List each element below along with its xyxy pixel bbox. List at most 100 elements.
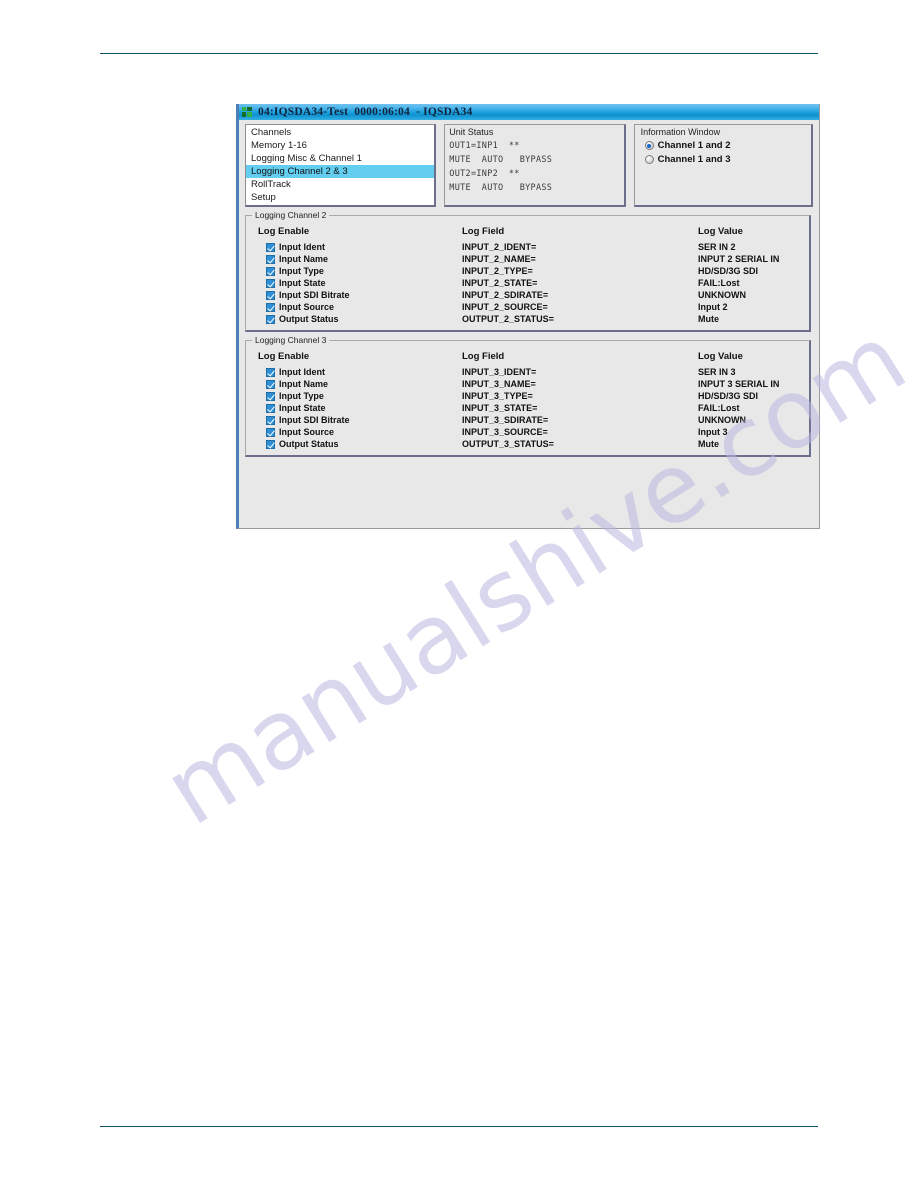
unit-status-line-out2: OUT2=INP2 ** [449,169,520,179]
checkbox-label: Input Name [279,254,329,264]
information-window-title: Information Window [640,127,721,137]
checkbox-label: Input Ident [279,242,325,252]
log-field-cell: INPUT_3_TYPE= [462,391,533,401]
log-value-cell: Input 2 [698,302,728,312]
log-field-cell: INPUT_3_SOURCE= [462,427,548,437]
log-field-cell: INPUT_2_IDENT= [462,242,537,252]
checkbox-input-sdi-bitrate[interactable] [266,290,275,300]
channels-list[interactable]: Channels Memory 1-16 Logging Misc & Chan… [245,124,437,207]
table-row: Input SDI Bitrate INPUT_3_SDIRATE= UNKNO… [246,414,809,426]
sidebar-item-label: Logging Misc & Channel 1 [251,153,362,164]
checkbox-label: Input State [279,278,326,288]
table-row: Input Type INPUT_3_TYPE= HD/SD/3G SDI [246,390,809,402]
table-row: Output Status OUTPUT_2_STATUS= Mute [246,313,809,325]
page-rule-top [100,53,818,54]
radio-option-channel-1-and-3[interactable]: Channel 1 and 3 [644,154,811,165]
checkbox-input-name[interactable] [266,379,275,389]
log-value-cell: SER IN 3 [698,367,736,377]
window-titlebar[interactable]: 04:IQSDA34-Test 0000:06:04 - IQSDA34 [239,104,819,120]
page-rule-bottom [100,1126,818,1127]
checkbox-label: Input Source [279,302,335,312]
checkbox-label: Input Ident [279,367,325,377]
checkbox-output-status[interactable] [266,439,275,449]
checkbox-input-ident[interactable] [266,242,275,252]
checkbox-output-status[interactable] [266,314,275,324]
unit-status-panel: Unit Status OUT1=INP1 ** MUTE AUTO BYPAS… [444,124,626,207]
sidebar-item-label: Setup [251,192,276,203]
checkbox-input-source[interactable] [266,302,275,312]
logging-channel-3-group: Logging Channel 3 Log Enable Log Field L… [245,335,811,457]
checkbox-label: Input Type [279,266,324,276]
checkbox-input-state[interactable] [266,403,275,413]
table-row: Output Status OUTPUT_3_STATUS= Mute [246,438,809,450]
checkbox-input-ident[interactable] [266,367,275,377]
log-value-cell: INPUT 2 SERIAL IN [698,254,780,264]
log-value-cell: FAIL:Lost [698,403,740,413]
sidebar-item-label: Memory 1-16 [251,140,307,151]
log-field-cell: INPUT_3_STATE= [462,403,538,413]
checkbox-input-name[interactable] [266,254,275,264]
sidebar-item-rolltrack[interactable]: RollTrack [246,178,434,191]
unit-status-line-out1-modes: MUTE AUTO BYPASS [449,155,553,165]
information-window-panel: Information Window Channel 1 and 2 Chann… [633,124,813,207]
table-row: Input Name INPUT_3_NAME= INPUT 3 SERIAL … [246,378,809,390]
checkbox-label: Input SDI Bitrate [279,415,350,425]
column-header-log-value: Log Value [698,226,743,237]
log-value-cell: UNKNOWN [698,415,746,425]
top-panels-row: Channels Memory 1-16 Logging Misc & Chan… [239,120,819,207]
sidebar-item-logging-channel-2-3[interactable]: Logging Channel 2 & 3 [246,165,435,178]
sidebar-item-label: Channels [251,127,292,138]
checkbox-label: Output Status [279,314,339,324]
column-header-log-enable: Log Enable [258,351,310,362]
checkbox-label: Input Name [279,379,329,389]
sidebar-item-memory[interactable]: Memory 1-16 [246,139,434,152]
grid-icon [242,107,253,117]
radio-option-channel-1-and-2[interactable]: Channel 1 and 2 [644,140,811,151]
table-row: Input State INPUT_3_STATE= FAIL:Lost [246,402,809,414]
table-header-row: Log Enable Log Field Log Value [246,350,809,366]
checkbox-input-source[interactable] [266,427,275,437]
column-header-log-value: Log Value [698,351,743,362]
log-table: Log Enable Log Field Log Value Input Ide… [246,225,809,325]
unit-status-line-out1: OUT1=INP1 ** [449,141,520,151]
group-legend: Logging Channel 2 [252,210,330,220]
checkbox-input-state[interactable] [266,278,275,288]
checkbox-input-sdi-bitrate[interactable] [266,415,275,425]
log-value-cell: Mute [698,439,719,449]
log-field-cell: INPUT_2_STATE= [462,278,538,288]
log-table: Log Enable Log Field Log Value Input Ide… [246,350,809,450]
table-row: Input SDI Bitrate INPUT_2_SDIRATE= UNKNO… [246,289,809,301]
application-window: 04:IQSDA34-Test 0000:06:04 - IQSDA34 Cha… [236,104,820,529]
log-field-cell: OUTPUT_2_STATUS= [462,314,554,324]
radio-option-label: Channel 1 and 2 [657,140,731,151]
column-header-log-field: Log Field [462,351,505,362]
log-value-cell: Mute [698,314,719,324]
log-value-cell: UNKNOWN [698,290,746,300]
unit-status-title: Unit Status [449,127,494,137]
unit-status-line-out2-modes: MUTE AUTO BYPASS [449,183,553,193]
sidebar-item-label: RollTrack [251,179,291,190]
log-field-cell: INPUT_3_SDIRATE= [462,415,549,425]
radio-button-selected-icon[interactable] [644,141,654,150]
log-field-cell: OUTPUT_3_STATUS= [462,439,554,449]
sidebar-item-channels[interactable]: Channels [246,126,434,139]
log-value-cell: Input 3 [698,427,728,437]
checkbox-label: Input Source [279,427,335,437]
log-value-cell: FAIL:Lost [698,278,740,288]
table-row: Input Ident INPUT_2_IDENT= SER IN 2 [246,241,809,253]
radio-button-icon[interactable] [644,155,654,164]
sidebar-item-setup[interactable]: Setup [246,191,434,204]
table-row: Input Ident INPUT_3_IDENT= SER IN 3 [246,366,809,378]
table-row: Input Source INPUT_2_SOURCE= Input 2 [246,301,809,313]
table-row: Input Source INPUT_3_SOURCE= Input 3 [246,426,809,438]
column-header-log-field: Log Field [462,226,505,237]
log-value-cell: INPUT 3 SERIAL IN [698,379,780,389]
sidebar-item-logging-misc-channel-1[interactable]: Logging Misc & Channel 1 [246,152,434,165]
log-value-cell: HD/SD/3G SDI [698,266,759,276]
window-title: 04:IQSDA34-Test 0000:06:04 - IQSDA34 [258,106,473,118]
table-row: Input State INPUT_2_STATE= FAIL:Lost [246,277,809,289]
checkbox-input-type[interactable] [266,266,275,276]
checkbox-label: Input State [279,403,326,413]
checkbox-input-type[interactable] [266,391,275,401]
column-header-log-enable: Log Enable [258,226,310,237]
